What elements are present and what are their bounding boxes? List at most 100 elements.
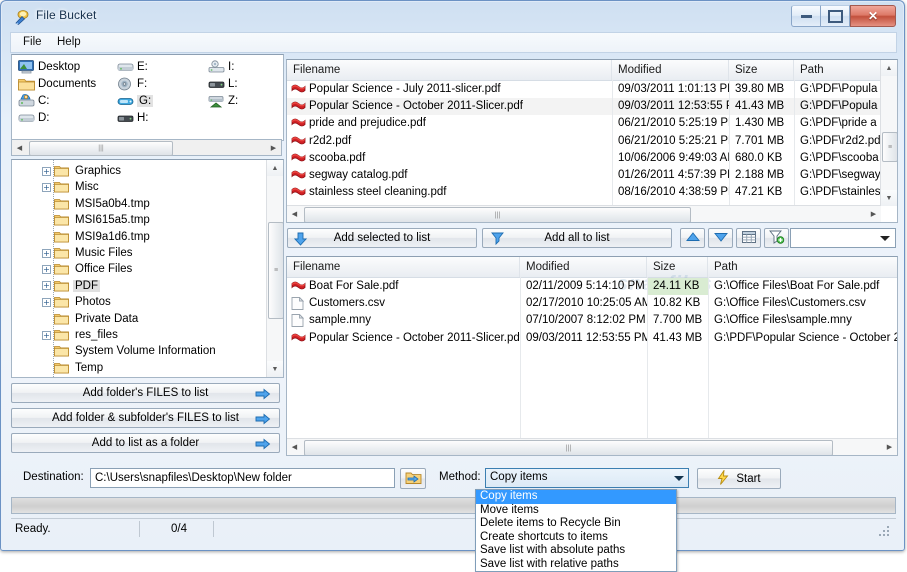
- expand-icon[interactable]: +: [42, 264, 51, 274]
- move-up-button[interactable]: [680, 228, 705, 248]
- scroll-right-arrow[interactable]: ▶: [267, 141, 280, 154]
- table-row[interactable]: scooba.pdf 10/06/2006 9:49:03 AM 680.0 KB G…: [287, 150, 897, 167]
- tree-item[interactable]: + Office Files: [42, 261, 134, 277]
- tree-item[interactable]: Private Data: [42, 311, 140, 327]
- browser-list-horizontal-scrollbar[interactable]: ◀ ||| ▶: [287, 205, 881, 222]
- drives-panel[interactable]: Desktop Documents C: D: E: F: G: H: I: L: Z:: [11, 54, 284, 141]
- expand-icon[interactable]: +: [42, 166, 51, 176]
- scroll-thumb[interactable]: |||: [29, 141, 173, 156]
- start-button[interactable]: Start: [697, 468, 781, 489]
- browse-folder-button[interactable]: [400, 468, 426, 489]
- add-filter-button[interactable]: [764, 228, 789, 248]
- add-folder-files-button[interactable]: Add folder's FILES to list: [11, 383, 280, 403]
- scroll-thumb[interactable]: |||: [304, 440, 833, 455]
- table-row[interactable]: Popular Science - July 2011-slicer.pdf 09…: [287, 81, 897, 98]
- drive-item-g[interactable]: G:: [117, 94, 154, 108]
- table-row[interactable]: Customers.csv 02/17/2010 10:25:05 AM 10.82…: [287, 295, 897, 312]
- column-header-modified[interactable]: Modified: [520, 257, 647, 277]
- column-header-size[interactable]: Size: [647, 257, 708, 277]
- drives-horizontal-scrollbar[interactable]: ◀ ||| ▶: [11, 139, 282, 156]
- scroll-thumb[interactable]: ≡: [882, 132, 897, 162]
- filter-combobox[interactable]: [790, 228, 896, 248]
- drive-item-i[interactable]: I:: [208, 60, 234, 74]
- list-properties-button[interactable]: [736, 228, 761, 248]
- table-row[interactable]: segway catalog.pdf 01/26/2011 4:57:39 PM 2…: [287, 167, 897, 184]
- drive-item-h[interactable]: H:: [117, 111, 149, 125]
- tree-scroll-down-arrow[interactable]: ▼: [267, 361, 283, 377]
- method-option[interactable]: Delete items to Recycle Bin: [476, 517, 676, 531]
- tree-item[interactable]: MSI9a1d6.tmp: [42, 229, 152, 245]
- drive-item-documents[interactable]: Documents: [18, 77, 96, 91]
- scroll-down-arrow[interactable]: ▼: [881, 190, 897, 206]
- drive-item-z[interactable]: Z:: [208, 94, 238, 108]
- scroll-up-arrow[interactable]: ▲: [881, 60, 897, 76]
- add-selected-to-list-button[interactable]: Add selected to list: [287, 228, 477, 248]
- expand-icon[interactable]: +: [42, 281, 51, 291]
- target-list-horizontal-scrollbar[interactable]: ◀ ||| ▶: [287, 438, 897, 455]
- method-option[interactable]: Create shortcuts to items: [476, 531, 676, 545]
- scroll-right-arrow[interactable]: ▶: [866, 206, 881, 221]
- menu-item-help[interactable]: Help: [52, 36, 86, 48]
- tree-vertical-scrollbar[interactable]: ▲ ≡ ▼: [266, 160, 283, 377]
- table-row[interactable]: Popular Science - October 2011-Slicer.pd…: [287, 98, 897, 116]
- add-as-folder-button[interactable]: Add to list as a folder: [11, 433, 280, 453]
- table-row[interactable]: pride and prejudice.pdf 06/21/2010 5:25:1…: [287, 115, 897, 132]
- table-row[interactable]: sample.mny 07/10/2007 8:12:02 PM 7.700 MB G…: [287, 312, 897, 329]
- method-option[interactable]: Move items: [476, 504, 676, 518]
- tree-item[interactable]: MSI5a0b4.tmp: [42, 196, 152, 212]
- resize-grip[interactable]: [878, 525, 890, 537]
- tree-item[interactable]: + Graphics: [42, 163, 123, 179]
- expand-icon[interactable]: +: [42, 297, 51, 307]
- column-header-path[interactable]: Path: [708, 257, 897, 277]
- folder-tree-panel[interactable]: + Graphics + Misc MSI5a0b4.tmp MSI615a5.tmp MS…: [11, 159, 284, 378]
- tree-item[interactable]: + PDF: [42, 278, 100, 294]
- scroll-thumb[interactable]: |||: [304, 207, 691, 222]
- tree-item[interactable]: + Misc: [42, 179, 101, 195]
- tree-item[interactable]: System Volume Information: [42, 343, 218, 359]
- table-row[interactable]: Boat For Sale.pdf 02/11/2009 5:14:10 PM 24…: [287, 278, 897, 295]
- expand-icon[interactable]: +: [42, 182, 51, 192]
- tree-scroll-thumb[interactable]: ≡: [268, 222, 283, 319]
- scroll-left-arrow[interactable]: ◀: [287, 439, 302, 454]
- tree-item[interactable]: Temp: [42, 360, 105, 376]
- table-row[interactable]: Popular Science - October 2011-Slicer.pd…: [287, 330, 897, 347]
- method-option[interactable]: Save list with absolute paths: [476, 544, 676, 558]
- tree-item[interactable]: + Photos: [42, 294, 113, 310]
- drive-item-desktop[interactable]: Desktop: [18, 60, 80, 74]
- move-down-button[interactable]: [708, 228, 733, 248]
- tree-item[interactable]: + res_files: [42, 327, 120, 343]
- scroll-right-arrow[interactable]: ▶: [882, 439, 897, 454]
- column-header-size[interactable]: Size: [729, 60, 794, 80]
- close-button[interactable]: ✕: [850, 5, 896, 27]
- method-dropdown-list[interactable]: Copy items Move items Delete items to Recy…: [475, 489, 677, 572]
- menu-item-file[interactable]: File: [18, 36, 47, 48]
- column-header-filename[interactable]: Filename: [287, 60, 612, 80]
- tree-scroll-up-arrow[interactable]: ▲: [267, 160, 283, 176]
- expand-icon[interactable]: +: [42, 248, 51, 258]
- drive-item-e[interactable]: E:: [117, 60, 148, 74]
- column-header-filename[interactable]: Filename: [287, 257, 520, 277]
- expand-icon[interactable]: +: [42, 330, 51, 340]
- destination-input[interactable]: C:\Users\snapfiles\Desktop\New folder: [90, 468, 395, 488]
- drive-item-d[interactable]: D:: [18, 111, 50, 125]
- chevron-down-icon[interactable]: [880, 236, 890, 241]
- column-header-modified[interactable]: Modified: [612, 60, 729, 80]
- add-all-to-list-button[interactable]: Add all to list: [482, 228, 672, 248]
- scroll-left-arrow[interactable]: ◀: [287, 206, 302, 221]
- tree-item[interactable]: MSI615a5.tmp: [42, 212, 152, 228]
- browser-list-vertical-scrollbar[interactable]: ▲ ≡ ▼: [880, 60, 897, 206]
- drive-item-c[interactable]: C:: [18, 94, 50, 108]
- drive-item-l[interactable]: L:: [208, 77, 238, 91]
- method-combobox[interactable]: Copy items: [485, 468, 689, 488]
- maximize-button[interactable]: [821, 5, 850, 27]
- method-option[interactable]: Copy items: [476, 490, 676, 504]
- table-row[interactable]: stainless steel cleaning.pdf 08/16/2010 4…: [287, 184, 897, 201]
- method-dropdown-button[interactable]: [670, 469, 688, 487]
- minimize-button[interactable]: [791, 5, 821, 27]
- add-folder-subfolder-files-button[interactable]: Add folder & subfolder's FILES to list: [11, 408, 280, 428]
- target-list[interactable]: FilenameModifiedSizePath snapfiles Boat …: [286, 256, 898, 456]
- tree-item[interactable]: + Music Files: [42, 245, 135, 261]
- table-row[interactable]: r2d2.pdf 06/21/2010 5:25:21 PM 7.701 MB G:\…: [287, 133, 897, 150]
- scroll-left-arrow[interactable]: ◀: [13, 141, 26, 154]
- drive-item-f[interactable]: F:: [117, 77, 147, 91]
